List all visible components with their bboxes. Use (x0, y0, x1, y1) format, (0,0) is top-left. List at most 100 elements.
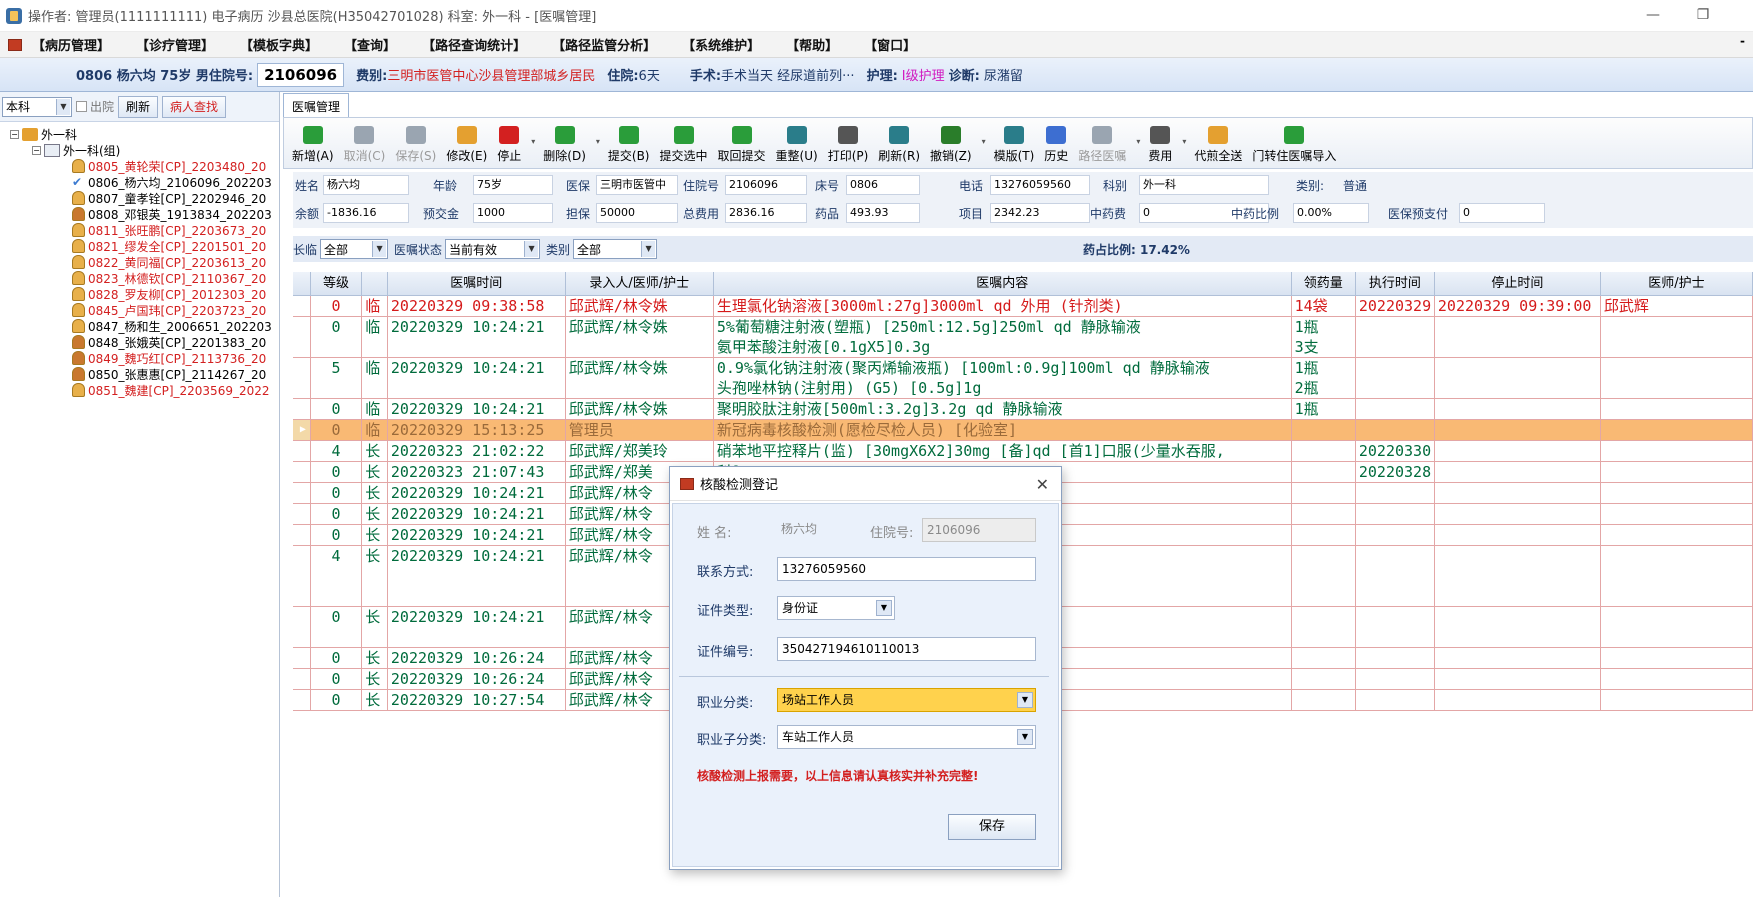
toolbar-button[interactable]: 取消(C) (344, 126, 385, 164)
menu-item[interactable]: 【模板字典】 (240, 35, 318, 54)
dropdown-arrow-icon[interactable]: ▾ (1136, 137, 1144, 146)
column-header[interactable]: 医嘱时间 (388, 272, 566, 295)
column-header[interactable]: 录入人/医师/护士 (566, 272, 714, 295)
toolbar-button[interactable]: 代煎全送 (1194, 126, 1242, 164)
toolbar-button[interactable]: 打印(P) (828, 126, 868, 164)
patient-tree-label: 0805_黄轮荣[CP]_2203480_20 (88, 159, 267, 174)
column-header[interactable]: 医嘱内容 (714, 272, 1292, 295)
tab-order-management[interactable]: 医嘱管理 (283, 93, 350, 117)
mdi-minimize-button[interactable]: - (1740, 34, 1745, 48)
toolbar-button[interactable]: 提交选中 (660, 126, 708, 164)
column-header[interactable]: 停止时间 (1435, 272, 1601, 295)
order-row[interactable]: 4 长 20220323 21:02:22 邱武辉/郑美玲 硝苯地平控释片(监) [30… (293, 441, 1753, 462)
order-quantity: 1瓶 3支 (1292, 317, 1356, 357)
patient-tree-item[interactable]: 0821_缪发全[CP]_2201501_20 (2, 238, 277, 254)
minimize-button[interactable]: — (1643, 6, 1663, 24)
patient-tree-item[interactable]: 0807_童孝铨[CP]_2202946_20 (2, 190, 277, 206)
toolbar-button[interactable]: 修改(E) (446, 126, 487, 164)
refresh-button[interactable]: 刷新 (118, 95, 159, 118)
patient-tree-item[interactable]: ✔ 0806_杨六均_2106096_202203 (2, 174, 277, 190)
toolbar-button[interactable]: 提交(B) (608, 126, 650, 164)
patient-tree-item[interactable]: 0805_黄轮荣[CP]_2203480_20 (2, 158, 277, 174)
patient-nodes: 0805_黄轮荣[CP]_2203480_20 ✔ 0806_杨六均_2106096… (2, 158, 277, 398)
order-level: 0 (311, 420, 363, 440)
collapse-icon[interactable]: − (32, 145, 41, 155)
discharged-label: 出院 (90, 100, 115, 114)
order-quantity (1292, 546, 1356, 606)
dropdown-arrow-icon[interactable]: ▾ (596, 137, 604, 146)
id-number-field[interactable]: 350427194610110013 (777, 637, 1036, 661)
order-time: 20220329 10:26:24 (388, 648, 566, 668)
patient-tree-item[interactable]: 0808_邓银英_1913834_202203 (2, 206, 277, 222)
order-exec-time: 20220330 (1356, 441, 1435, 461)
patient-tree-item[interactable]: 0845_卢国玮[CP]_2203723_20 (2, 302, 277, 318)
menu-item[interactable]: 【病历管理】 (32, 35, 110, 54)
order-quantity (1292, 420, 1356, 440)
menu-bar: 【病历管理】 【诊疗管理】 【模板字典】 【查询】 【路径查询统计】 【路径监管分析】 【系… (0, 32, 1753, 58)
occupation-select[interactable]: 场站工作人员 ▼ (777, 688, 1036, 712)
order-row[interactable]: 0 临 20220329 10:24:21 邱武辉/林令姝 聚明胶肽注射液[500ml:… (293, 399, 1753, 420)
menu-item[interactable]: 【诊疗管理】 (136, 35, 214, 54)
discharged-checkbox[interactable]: 出院 (76, 98, 114, 115)
toolbar-button[interactable]: 重整(U) (776, 126, 818, 164)
tree-group-node[interactable]: − 外一科(组) (2, 142, 277, 158)
order-row[interactable]: ▶ 0 临 20220329 15:13:25 管理员 新冠病毒核酸检测(愿检尽检人员) … (293, 420, 1753, 441)
column-header[interactable]: 等级 (311, 272, 363, 295)
patient-tree-item[interactable]: 0847_杨和生_2006651_202203 (2, 318, 277, 334)
order-row[interactable]: 0 临 20220329 10:24:21 邱武辉/林令姝 5%葡萄糖注射液(塑瓶) [… (293, 317, 1753, 358)
dropdown-arrow-icon[interactable]: ▾ (531, 137, 539, 146)
id-type-select[interactable]: 身份证 ▼ (777, 596, 895, 620)
menu-item[interactable]: 【系统维护】 (682, 35, 760, 54)
toolbar-button[interactable]: 取回提交 (718, 126, 766, 164)
patient-tree-item[interactable]: 0822_黄同福[CP]_2203613_20 (2, 254, 277, 270)
toolbar-button[interactable]: 刷新(R) (878, 126, 920, 164)
dropdown-arrow-icon[interactable]: ▾ (1182, 137, 1190, 146)
patient-tree-item[interactable]: 0811_张旺鹏[CP]_2203673_20 (2, 222, 277, 238)
toolbar-button[interactable]: 门转住医嘱导入 (1252, 126, 1336, 164)
order-status-select[interactable]: 当前有效 ▼ (445, 239, 541, 259)
toolbar-button[interactable]: 模版(T) (994, 126, 1034, 164)
patient-tree-item[interactable]: 0849_魏巧红[CP]_2113736_20 (2, 350, 277, 366)
tree-root-node[interactable]: − 外一科 (2, 126, 277, 142)
menu-item[interactable]: 【路径查询统计】 (422, 35, 526, 54)
patient-tree-item[interactable]: 0828_罗友柳[CP]_2012303_20 (2, 286, 277, 302)
patient-tree-item[interactable]: 0848_张娥英[CP]_2201383_20 (2, 334, 277, 350)
toolbar-button[interactable]: 撤销(Z) (930, 126, 972, 164)
patient-tree-item[interactable]: 0823_林德钦[CP]_2110367_20 (2, 270, 277, 286)
order-type-select[interactable]: 全部 ▼ (573, 239, 658, 259)
contact-field[interactable]: 13276059560 (777, 557, 1036, 581)
patient-tree-item[interactable]: 0851_魏建[CP]_2203569_2022 (2, 382, 277, 398)
column-header[interactable]: 执行时间 (1356, 272, 1435, 295)
department-select[interactable]: 本科 ▼ (2, 96, 72, 117)
save-button[interactable]: 保存 (948, 814, 1036, 840)
menu-item[interactable]: 【窗口】 (864, 35, 916, 54)
toolbar-button[interactable]: 费用 (1148, 126, 1172, 164)
patient-icon (72, 335, 85, 349)
column-header[interactable]: 领药量 (1292, 272, 1356, 295)
restore-button[interactable]: ❐ (1693, 6, 1713, 24)
order-level: 0 (311, 317, 363, 357)
order-quantity-line: 1瓶 (1294, 400, 1319, 418)
sub-occupation-select[interactable]: 车站工作人员 ▼ (777, 725, 1036, 749)
toolbar-button[interactable]: 保存(S) (395, 126, 436, 164)
patient-tree-label: 0848_张娥英[CP]_2201383_20 (88, 335, 267, 350)
collapse-icon[interactable]: − (10, 129, 19, 139)
patient-search-button[interactable]: 病人查找 (162, 95, 227, 118)
toolbar-button[interactable]: 历史 (1044, 126, 1068, 164)
menu-item[interactable]: 【路径监管分析】 (552, 35, 656, 54)
patient-tree-item[interactable]: 0850_张惠惠[CP]_2114267_20 (2, 366, 277, 382)
order-row[interactable]: 5 临 20220329 10:24:21 邱武辉/林令姝 0.9%氯化钠注射液(聚丙烯… (293, 358, 1753, 399)
menu-item[interactable]: 【帮助】 (786, 35, 838, 54)
column-header[interactable]: 医师/护士 (1601, 272, 1753, 295)
toolbar-button[interactable]: 停止 (497, 126, 521, 164)
long-temp-select[interactable]: 全部 ▼ (320, 239, 389, 259)
item-fee-value: 2342.23 (990, 203, 1090, 223)
toolbar-button[interactable]: 路径医嘱 (1078, 126, 1126, 164)
menu-item[interactable]: 【查询】 (344, 35, 396, 54)
toolbar-button[interactable]: 新增(A) (292, 126, 334, 164)
close-icon[interactable]: ✕ (1036, 475, 1049, 494)
dropdown-arrow-icon[interactable]: ▾ (982, 137, 990, 146)
order-row[interactable]: 0 临 20220329 09:38:58 邱武辉/林令姝 生理氯化钠溶液[3000ml… (293, 296, 1753, 317)
column-header[interactable] (362, 272, 388, 295)
toolbar-button[interactable]: 删除(D) (543, 126, 586, 164)
